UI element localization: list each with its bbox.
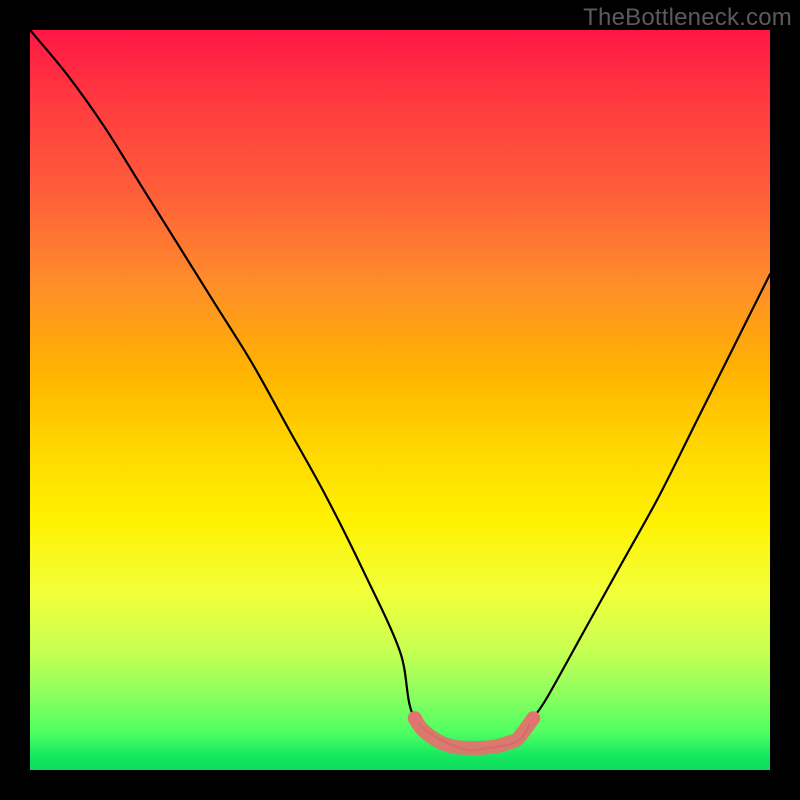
chart-frame: TheBottleneck.com [0,0,800,800]
plot-area [30,30,770,770]
bottleneck-curve [30,30,770,750]
optimal-zone-dot-start [408,711,422,725]
optimal-zone-dot-end [526,711,540,725]
main-curve-group [30,30,770,750]
watermark-text: TheBottleneck.com [583,4,792,32]
highlight-group [408,711,540,748]
optimal-zone-curve [415,718,533,748]
chart-svg [30,30,770,770]
